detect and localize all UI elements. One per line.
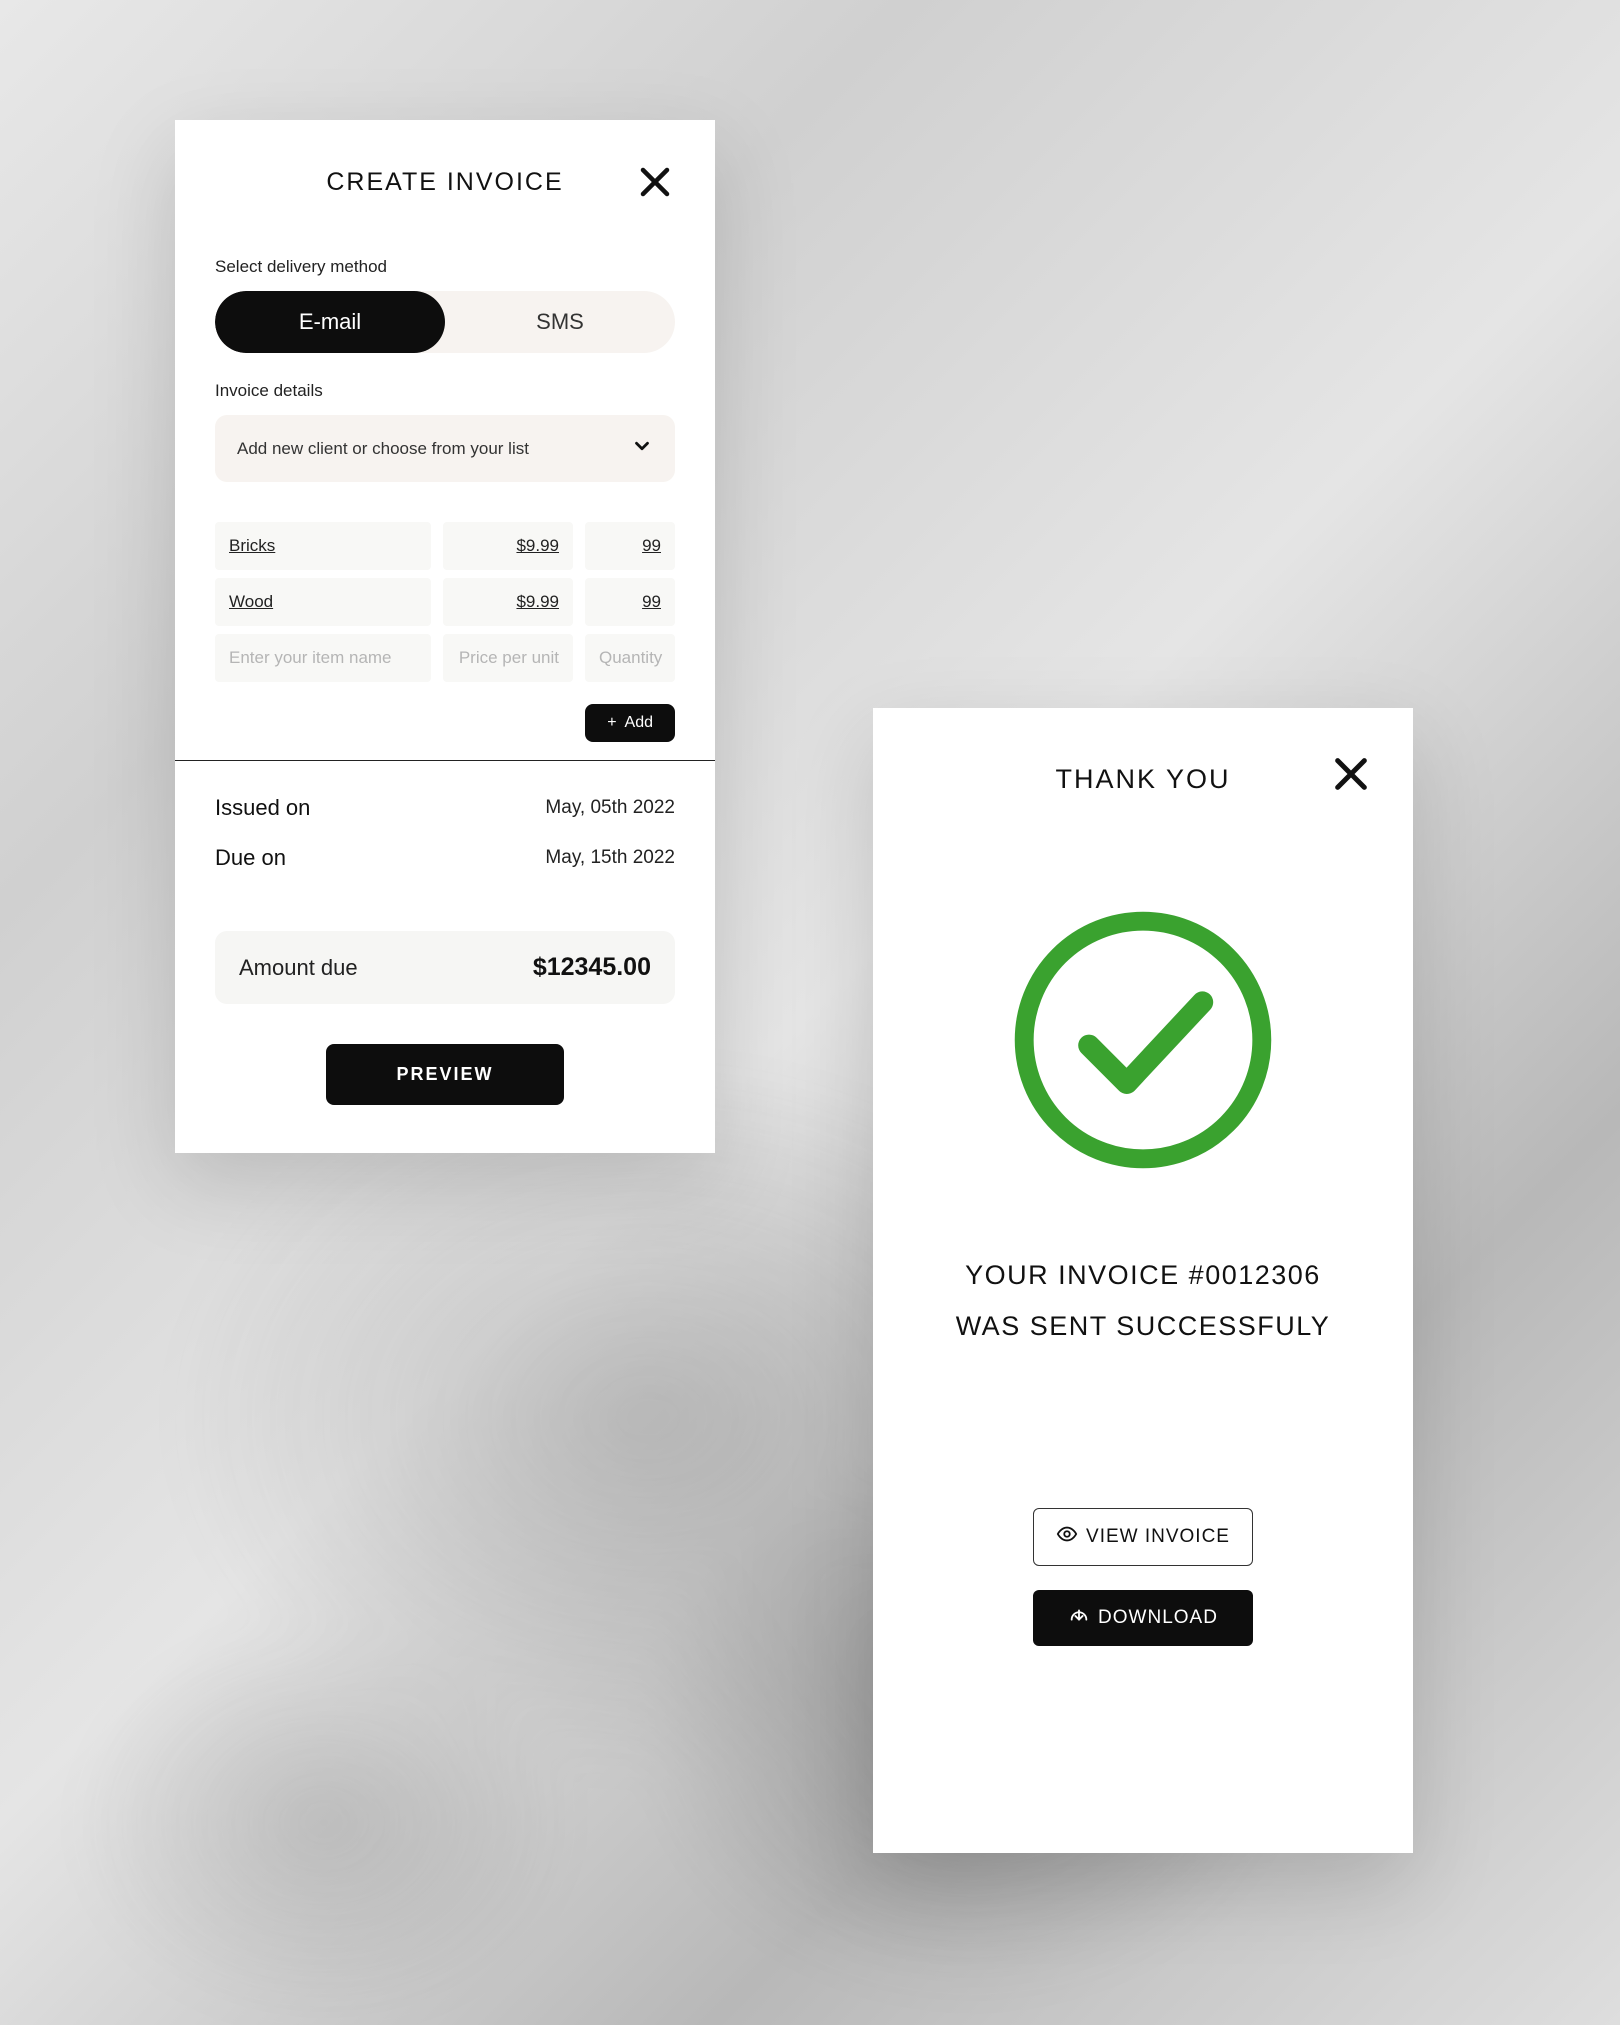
item-price-cell[interactable]: $9.99 xyxy=(443,578,573,626)
delivery-option-email[interactable]: E-mail xyxy=(215,291,445,353)
close-button[interactable] xyxy=(635,164,675,204)
add-button-label: Add xyxy=(625,714,653,732)
table-row: Bricks $9.99 99 xyxy=(215,522,675,570)
item-name-input[interactable]: Enter your item name xyxy=(215,634,431,682)
issued-on-label: Issued on xyxy=(215,795,310,821)
delivery-option-sms[interactable]: SMS xyxy=(445,291,675,353)
table-row: Wood $9.99 99 xyxy=(215,578,675,626)
create-invoice-card: CREATE INVOICE Select delivery method E-… xyxy=(175,120,715,1153)
table-row: Enter your item name Price per unit Quan… xyxy=(215,634,675,682)
item-price-cell[interactable]: $9.99 xyxy=(443,522,573,570)
success-line-2: WAS SENT SUCCESSFULY xyxy=(956,1301,1331,1352)
client-dropdown[interactable]: Add new client or choose from your list xyxy=(215,415,675,482)
download-button[interactable]: DOWNLOAD xyxy=(1033,1590,1253,1646)
delivery-method-toggle: E-mail SMS xyxy=(215,291,675,353)
add-item-button[interactable]: + Add xyxy=(585,704,675,742)
dates-block: Issued on May, 05th 2022 Due on May, 15t… xyxy=(175,761,715,883)
card-header: THANK YOU xyxy=(873,708,1413,795)
item-qty-cell[interactable]: 99 xyxy=(585,578,675,626)
download-icon xyxy=(1068,1604,1090,1632)
page-title: CREATE INVOICE xyxy=(326,168,563,197)
download-label: DOWNLOAD xyxy=(1098,1607,1218,1629)
close-button[interactable] xyxy=(1331,756,1371,796)
delivery-method-label: Select delivery method xyxy=(215,257,675,277)
due-on-value: May, 15th 2022 xyxy=(545,847,675,869)
amount-due-row: Amount due $12345.00 xyxy=(215,931,675,1004)
item-qty-input[interactable]: Quantity xyxy=(585,634,675,682)
form-body: Select delivery method E-mail SMS Invoic… xyxy=(175,197,715,760)
close-icon xyxy=(1331,754,1371,799)
amount-due-value: $12345.00 xyxy=(533,953,651,982)
issued-on-row: Issued on May, 05th 2022 xyxy=(215,783,675,833)
card-header: CREATE INVOICE xyxy=(175,120,715,197)
amount-due-label: Amount due xyxy=(239,955,358,981)
success-message: YOUR INVOICE #0012306 WAS SENT SUCCESSFU… xyxy=(956,1250,1331,1353)
chevron-down-icon xyxy=(631,435,653,462)
invoice-details-label: Invoice details xyxy=(215,381,675,401)
due-on-row: Due on May, 15th 2022 xyxy=(215,833,675,883)
due-on-label: Due on xyxy=(215,845,286,871)
success-line-1: YOUR INVOICE #0012306 xyxy=(956,1250,1331,1301)
eye-icon xyxy=(1056,1523,1078,1551)
amount-block: Amount due $12345.00 xyxy=(175,883,715,1004)
thank-you-card: THANK YOU YOUR INVOICE #0012306 WAS SENT… xyxy=(873,708,1413,1853)
item-qty-cell[interactable]: 99 xyxy=(585,522,675,570)
item-name-cell[interactable]: Bricks xyxy=(215,522,431,570)
success-check-icon xyxy=(1008,905,1278,1180)
issued-on-value: May, 05th 2022 xyxy=(545,797,675,819)
client-dropdown-placeholder: Add new client or choose from your list xyxy=(237,439,529,459)
preview-block: PREVIEW xyxy=(175,1004,715,1153)
preview-button[interactable]: PREVIEW xyxy=(326,1044,563,1105)
close-icon xyxy=(637,164,673,205)
items-table: Bricks $9.99 99 Wood $9.99 99 Enter your… xyxy=(215,522,675,682)
view-invoice-button[interactable]: VIEW INVOICE xyxy=(1033,1508,1253,1566)
view-invoice-label: VIEW INVOICE xyxy=(1086,1526,1230,1548)
action-buttons: VIEW INVOICE DOWNLOAD xyxy=(1033,1508,1253,1646)
item-name-cell[interactable]: Wood xyxy=(215,578,431,626)
plus-icon: + xyxy=(607,714,616,732)
item-price-input[interactable]: Price per unit xyxy=(443,634,573,682)
add-row-container: + Add xyxy=(215,690,675,760)
